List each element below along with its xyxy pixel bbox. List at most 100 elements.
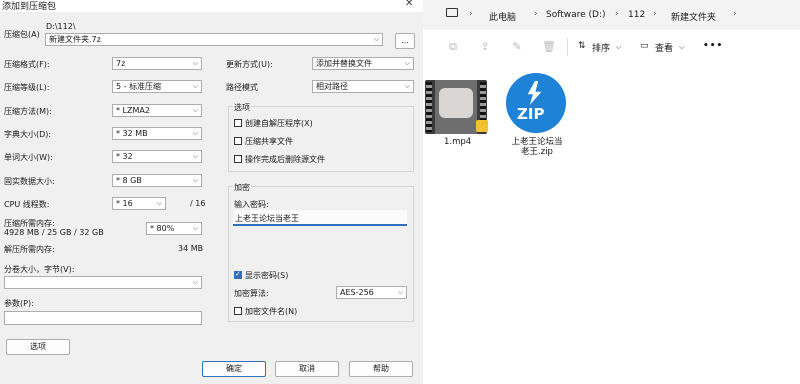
chevron-down-icon: ⌵ bbox=[192, 59, 198, 67]
dialog-titlebar: 添加到压缩包 ✕ bbox=[0, 0, 423, 12]
encryption-group-title: 加密 bbox=[233, 182, 251, 193]
more-options-icon[interactable]: ••• bbox=[703, 41, 723, 51]
help-button[interactable]: 帮助 bbox=[349, 361, 413, 377]
update-mode-label: 更新方式(U): bbox=[226, 60, 273, 69]
cancel-button[interactable]: 取消 bbox=[275, 361, 339, 377]
chevron-right-icon: › bbox=[469, 9, 473, 19]
chevron-down-icon: ⌵ bbox=[192, 176, 198, 184]
format-value: 7z bbox=[116, 59, 126, 68]
dictionary-select[interactable]: * 32 MB ⌵ bbox=[112, 127, 202, 140]
create-sfx-checkbox[interactable] bbox=[234, 119, 242, 127]
method-label: 压缩方法(M): bbox=[4, 107, 52, 116]
memory-percent-value: * 80% bbox=[150, 224, 175, 233]
chevron-down-icon: ⌵ bbox=[679, 43, 685, 51]
chevron-right-icon: › bbox=[653, 9, 657, 19]
format-label: 压缩格式(F): bbox=[4, 60, 50, 69]
address-bar: › 此电脑 › Software (D:) › 112 › 新建文件夹 › bbox=[423, 0, 800, 30]
file-name-mp4[interactable]: 1.mp4 bbox=[444, 137, 471, 147]
level-value: 5 - 标准压缩 bbox=[116, 82, 162, 91]
chevron-down-icon: ⌵ bbox=[616, 43, 622, 51]
chevron-down-icon: ⌵ bbox=[192, 152, 198, 160]
password-label: 输入密码: bbox=[234, 200, 269, 209]
rename-icon[interactable]: ✎ bbox=[510, 40, 524, 54]
dialog-title: 添加到压缩包 bbox=[2, 2, 57, 12]
cpu-threads-total: / 16 bbox=[190, 199, 206, 208]
archive-label: 压缩包(A) bbox=[4, 30, 40, 39]
compress-shared-checkbox[interactable] bbox=[234, 137, 242, 145]
path-mode-label: 路径模式 bbox=[226, 83, 258, 92]
level-select[interactable]: 5 - 标准压缩 ⌵ bbox=[112, 80, 202, 93]
chevron-down-icon: ⌵ bbox=[397, 288, 403, 296]
chevron-down-icon: ⌵ bbox=[404, 59, 410, 67]
toolbar-divider bbox=[567, 38, 568, 56]
delete-icon[interactable]: 🗑 bbox=[542, 40, 556, 54]
format-select[interactable]: 7z ⌵ bbox=[112, 57, 202, 70]
add-to-archive-dialog: 添加到压缩包 ✕ 压缩包(A) D:\112\ 新建文件夹.7z ⌵ ... 压… bbox=[0, 0, 424, 384]
show-password-checkbox[interactable] bbox=[234, 270, 242, 279]
encryption-method-value: AES-256 bbox=[340, 288, 374, 297]
method-select[interactable]: * LZMA2 ⌵ bbox=[112, 104, 202, 117]
chevron-down-icon: ⌵ bbox=[192, 224, 198, 232]
memory-compress-value: 4928 MB / 25 GB / 32 GB bbox=[4, 228, 104, 237]
chevron-down-icon: ⌵ bbox=[373, 35, 379, 43]
chevron-right-icon: › bbox=[615, 9, 619, 19]
dictionary-label: 字典大小(D): bbox=[4, 130, 52, 139]
encryption-method-label: 加密算法: bbox=[234, 289, 269, 298]
archive-path: D:\112\ bbox=[46, 22, 76, 31]
close-icon[interactable]: ✕ bbox=[405, 0, 413, 9]
parameters-label: 参数(P): bbox=[4, 299, 34, 308]
view-button[interactable]: 查看 bbox=[655, 41, 673, 54]
solid-size-label: 固实数据大小: bbox=[4, 177, 55, 186]
delete-after-checkbox[interactable] bbox=[234, 155, 242, 163]
file-explorer bbox=[423, 0, 800, 384]
cpu-threads-select[interactable]: * 16 ⌵ bbox=[112, 197, 166, 210]
ok-button[interactable]: 确定 bbox=[202, 361, 266, 377]
zip-badge: ZIP bbox=[517, 105, 545, 123]
update-mode-select[interactable]: 添加并替换文件 ⌵ bbox=[312, 57, 414, 70]
solid-size-select[interactable]: * 8 GB ⌵ bbox=[112, 174, 202, 187]
sort-button[interactable]: 排序 bbox=[592, 41, 610, 54]
encrypt-names-label: 加密文件名(N) bbox=[245, 307, 298, 316]
chevron-down-icon: ⌵ bbox=[192, 129, 198, 137]
breadcrumb-112[interactable]: 112 bbox=[628, 10, 645, 20]
level-label: 压缩等级(L): bbox=[4, 83, 50, 92]
split-volume-label: 分卷大小，字节(V): bbox=[4, 265, 75, 274]
zip-icon[interactable]: ZIP bbox=[506, 73, 566, 133]
copy-icon[interactable]: ⧉ bbox=[446, 40, 460, 54]
split-volume-select[interactable]: ⌵ bbox=[4, 276, 202, 289]
options-group-title: 选项 bbox=[233, 102, 251, 113]
chevron-down-icon: ⌵ bbox=[192, 106, 198, 114]
create-sfx-label: 创建自解压程序(X) bbox=[245, 119, 313, 128]
password-input[interactable]: 上老王论坛当老王 bbox=[233, 210, 407, 226]
breadcrumb-this-pc[interactable]: 此电脑 bbox=[489, 10, 516, 23]
monitor-icon[interactable] bbox=[446, 8, 458, 17]
memory-decompress-value: 34 MB bbox=[178, 244, 204, 253]
dictionary-value: * 32 MB bbox=[116, 129, 148, 138]
memory-percent-select[interactable]: * 80% ⌵ bbox=[146, 222, 202, 235]
compress-shared-label: 压缩共享文件 bbox=[245, 137, 293, 146]
options-button[interactable]: 选项 bbox=[6, 339, 70, 355]
share-icon[interactable]: ⇪ bbox=[478, 40, 492, 54]
delete-after-label: 操作完成后删除源文件 bbox=[245, 155, 325, 164]
encrypt-names-checkbox[interactable] bbox=[234, 307, 242, 315]
word-size-label: 单词大小(W): bbox=[4, 153, 53, 162]
file-name-zip[interactable]: 上老王论坛当老王.zip bbox=[508, 137, 566, 157]
encryption-method-select[interactable]: AES-256 ⌵ bbox=[336, 286, 407, 299]
path-mode-select[interactable]: 相对路径 ⌵ bbox=[312, 80, 414, 93]
view-icon[interactable]: ▭ bbox=[640, 41, 649, 51]
breadcrumb-drive[interactable]: Software (D:) bbox=[546, 10, 606, 20]
sort-icon[interactable]: ⇅ bbox=[578, 41, 586, 51]
parameters-input[interactable] bbox=[4, 311, 202, 325]
show-password-label: 显示密码(S) bbox=[245, 271, 289, 280]
breadcrumb-new-folder[interactable]: 新建文件夹 bbox=[671, 10, 716, 23]
word-size-select[interactable]: * 32 ⌵ bbox=[112, 150, 202, 163]
password-value: 上老王论坛当老王 bbox=[235, 214, 299, 223]
chevron-down-icon: ⌵ bbox=[192, 82, 198, 90]
media-badge-icon bbox=[476, 120, 488, 132]
archive-name-value: 新建文件夹.7z bbox=[49, 35, 101, 44]
update-mode-value: 添加并替换文件 bbox=[316, 59, 372, 68]
cpu-threads-value: * 16 bbox=[116, 199, 133, 208]
archive-name-combobox[interactable]: 新建文件夹.7z ⌵ bbox=[45, 33, 383, 46]
browse-button[interactable]: ... bbox=[395, 33, 415, 49]
chevron-right-icon: › bbox=[733, 9, 737, 19]
